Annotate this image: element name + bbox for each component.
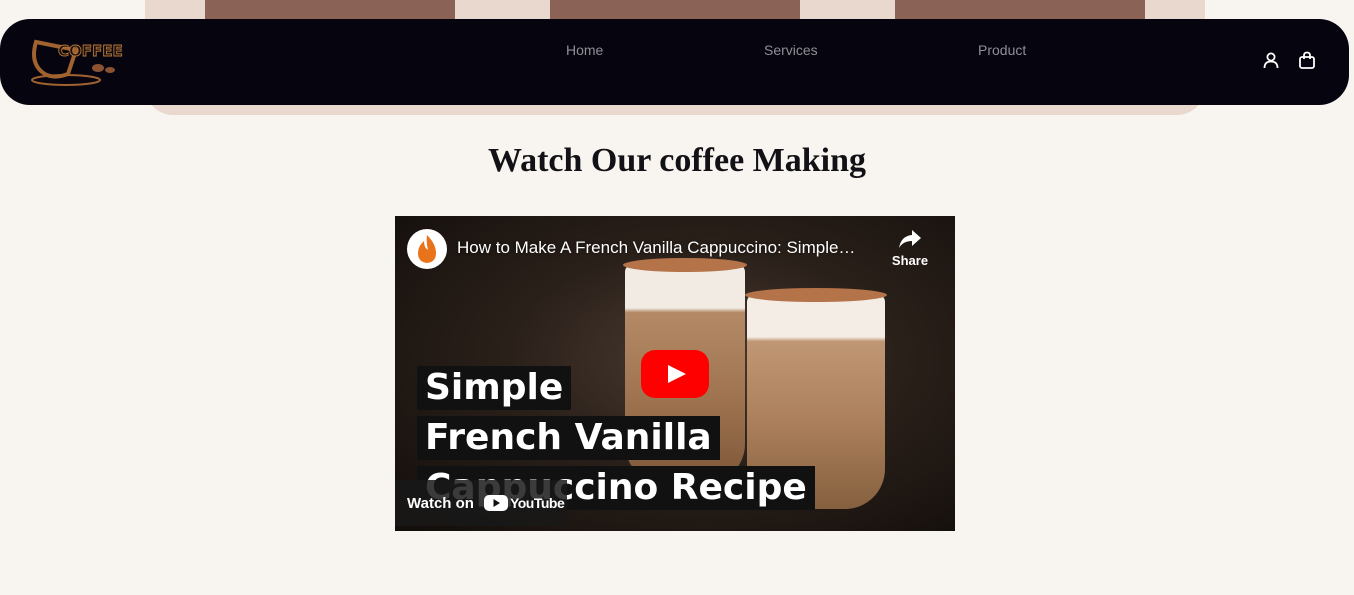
share-icon [899, 230, 921, 248]
thumbnail-text-line: French Vanilla [417, 416, 720, 460]
navbar: COFFEE Home Services Product [0, 19, 1349, 105]
video-title[interactable]: How to Make A French Vanilla Cappuccino:… [457, 238, 855, 258]
nav-product-link[interactable]: Product [978, 42, 1026, 58]
share-button[interactable]: Share [885, 228, 935, 268]
coffee-logo[interactable]: COFFEE [28, 34, 136, 90]
channel-avatar[interactable] [407, 229, 447, 269]
band-block [550, 0, 800, 19]
shopping-bag-icon[interactable] [1298, 51, 1316, 69]
play-button[interactable] [641, 350, 709, 398]
band-block [205, 0, 455, 19]
youtube-label: YouTube [509, 495, 565, 511]
user-icon[interactable] [1262, 51, 1280, 69]
nav-home-link[interactable]: Home [566, 42, 603, 58]
youtube-logo-icon [483, 495, 508, 511]
watch-on-label: Watch on [407, 494, 474, 512]
watch-on-youtube-button[interactable]: Watch on YouTube [395, 480, 567, 526]
section-title: Watch Our coffee Making [487, 142, 867, 179]
nav-services-link[interactable]: Services [764, 42, 818, 58]
logo-text: COFFEE [58, 42, 123, 60]
play-icon [668, 365, 686, 383]
band-block [895, 0, 1145, 19]
youtube-video-embed[interactable]: How to Make A French Vanilla Cappuccino:… [395, 216, 955, 531]
share-label: Share [891, 253, 929, 268]
thumbnail-text-line: Simple [417, 366, 572, 410]
